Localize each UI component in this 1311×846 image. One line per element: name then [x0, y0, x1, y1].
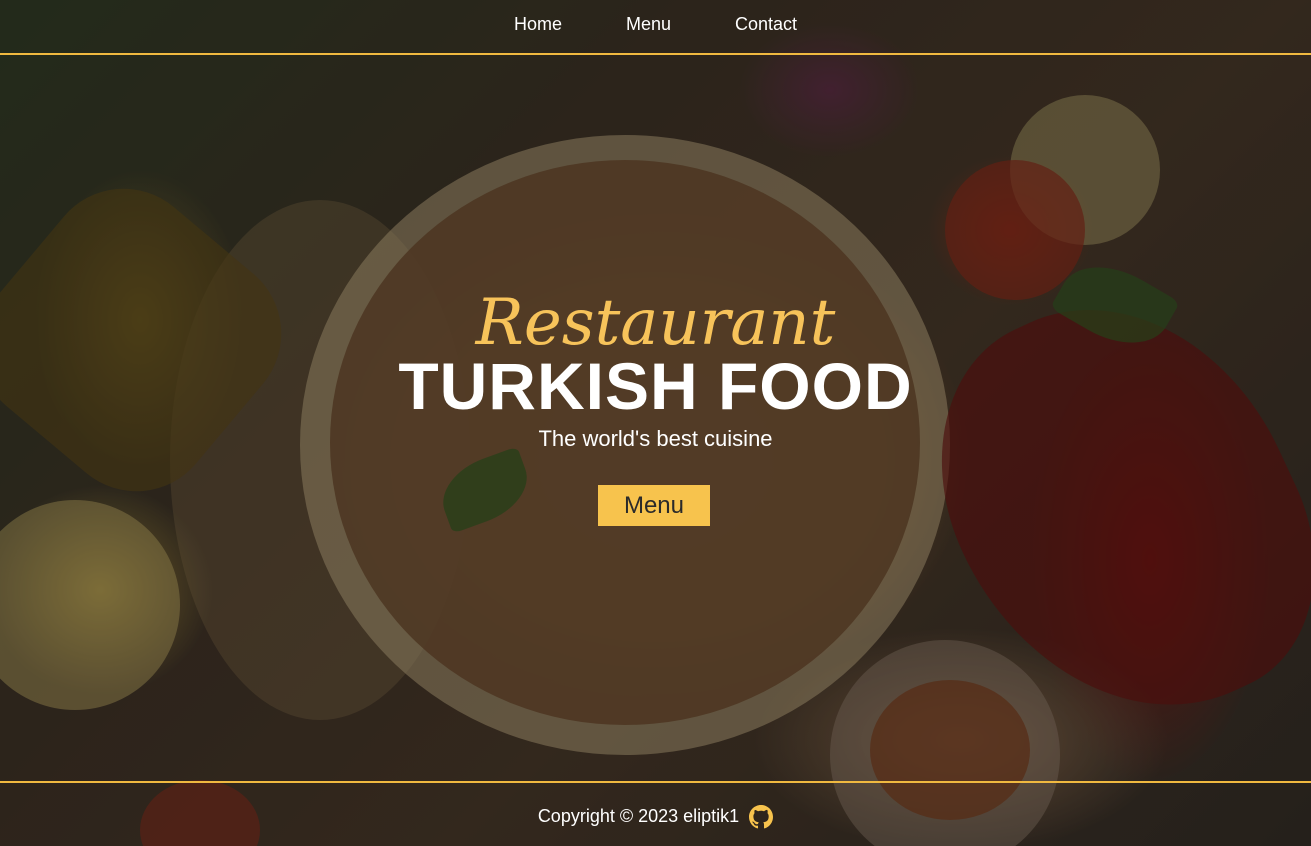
top-navbar: Home Menu Contact	[0, 0, 1311, 55]
footer: Copyright © 2023 eliptik1	[0, 781, 1311, 846]
github-icon[interactable]	[749, 804, 774, 829]
hero-headline: TURKISH FOOD	[398, 349, 913, 423]
hero-subtitle: The world's best cuisine	[538, 426, 773, 451]
nav-contact-link[interactable]: Contact	[735, 14, 797, 35]
copyright-text: Copyright © 2023 eliptik1	[537, 806, 740, 826]
menu-button[interactable]: Menu	[598, 485, 710, 526]
hero-section: Restaurant TURKISH FOOD The world's best…	[0, 55, 1311, 781]
nav-menu-link[interactable]: Menu	[626, 14, 671, 35]
nav-home-link[interactable]: Home	[514, 14, 562, 35]
